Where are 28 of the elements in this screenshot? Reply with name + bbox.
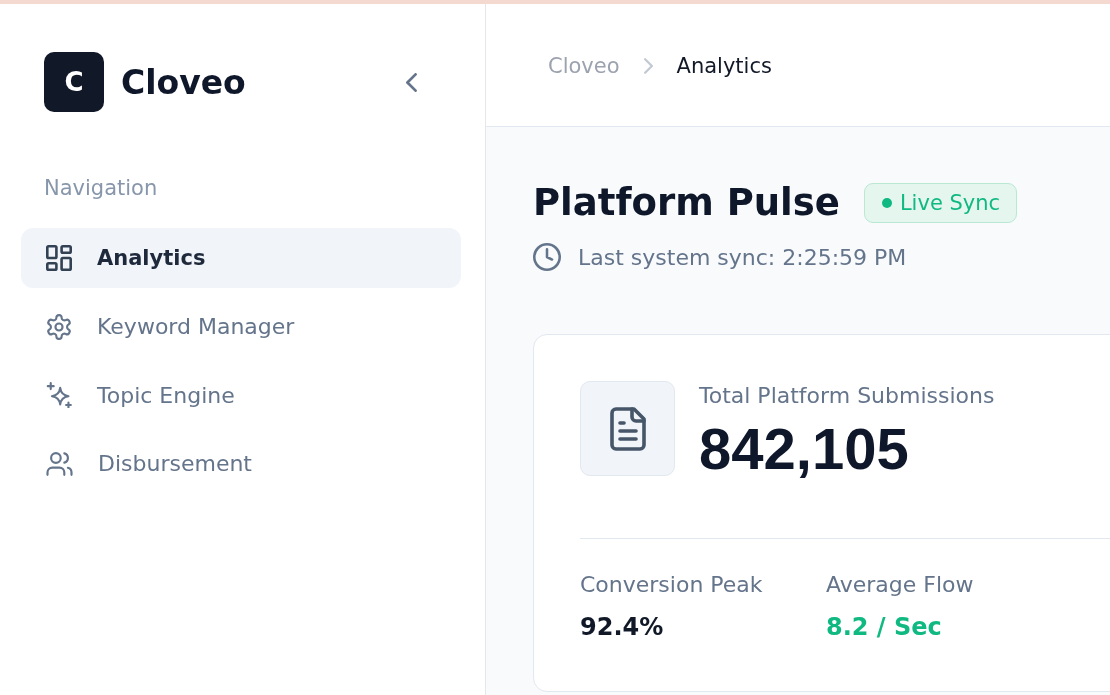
status-label: Live Sync bbox=[899, 191, 1001, 215]
dashboard-icon bbox=[46, 245, 72, 271]
people-icon bbox=[46, 451, 73, 476]
stat-value: 8.2 / Sec bbox=[826, 612, 943, 642]
nav-item[interactable]: Topic Engine bbox=[21, 365, 461, 425]
page-title: Platform Pulse bbox=[533, 181, 840, 225]
gear-icon bbox=[46, 313, 72, 340]
breadcrumb-link[interactable]: Cloveo bbox=[548, 54, 620, 78]
nav-item[interactable]: Analytics bbox=[21, 228, 461, 288]
status-dot-icon bbox=[881, 198, 892, 208]
brand-name: Cloveo bbox=[121, 62, 246, 102]
logo-tile: C bbox=[44, 52, 104, 112]
stat-label: Conversion Peak bbox=[580, 571, 764, 599]
nav-item[interactable]: Disbursement bbox=[21, 433, 461, 494]
stat-value: 92.4% bbox=[580, 612, 665, 642]
chevron-right-icon bbox=[643, 58, 653, 74]
section-title: Navigation bbox=[43, 175, 159, 201]
document-icon bbox=[609, 406, 646, 451]
metric-value: 842,105 bbox=[699, 417, 910, 481]
nav-item[interactable]: Keyword Manager bbox=[21, 296, 461, 357]
metric-label: Total Platform Submissions bbox=[699, 382, 995, 410]
stat-label: Average Flow bbox=[826, 571, 975, 599]
sparkle-icon bbox=[46, 382, 72, 408]
last-sync-text: Last system sync: 2:25:59 PM bbox=[578, 244, 907, 270]
breadcrumb-current: Analytics bbox=[676, 54, 772, 78]
clock-icon bbox=[533, 243, 561, 271]
chevron-left-icon bbox=[406, 72, 417, 92]
collapse-button[interactable] bbox=[406, 72, 417, 92]
